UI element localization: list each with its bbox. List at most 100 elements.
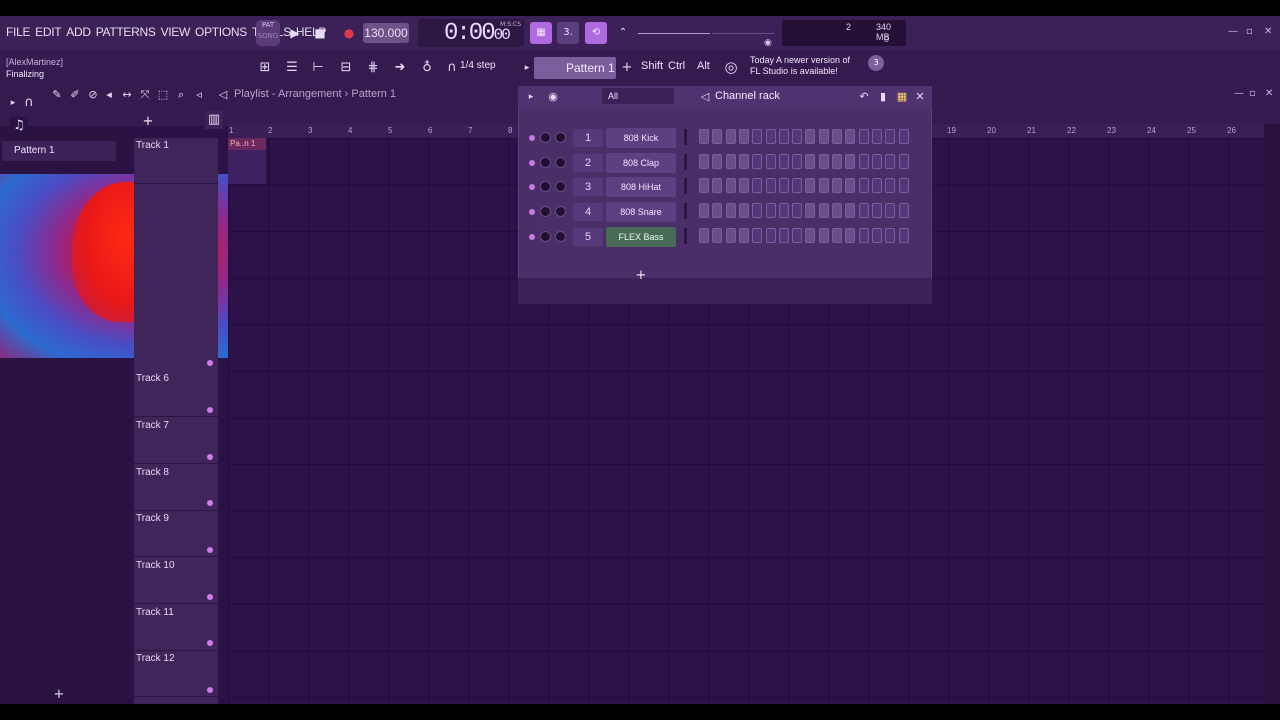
step-button[interactable] <box>725 203 736 219</box>
step-button[interactable] <box>858 129 869 144</box>
piano-icon[interactable]: ♫ <box>10 117 28 135</box>
step-button[interactable] <box>832 203 842 219</box>
rack-arrow-icon[interactable]: ▸ <box>522 88 540 106</box>
pan-knob[interactable] <box>540 230 551 242</box>
step-button[interactable] <box>725 129 736 144</box>
step-button[interactable] <box>752 129 763 144</box>
browser-magnet-icon[interactable]: ∩ <box>20 94 38 112</box>
record-icon[interactable]: ● <box>342 26 356 40</box>
channel-name-button[interactable]: 808 Snare <box>606 202 676 223</box>
step-button[interactable] <box>885 153 896 169</box>
shift-key[interactable]: Shift <box>641 60 663 72</box>
step-button[interactable] <box>752 178 763 194</box>
piano-roll-icon[interactable]: ☰ <box>283 59 301 77</box>
step-button[interactable] <box>898 129 909 144</box>
track-mute-dot[interactable] <box>207 360 213 366</box>
step-button[interactable] <box>792 153 803 169</box>
step-button[interactable] <box>699 178 709 194</box>
maximize-icon[interactable]: ▫ <box>1246 26 1253 37</box>
swing-icon[interactable]: ◉ <box>544 88 562 106</box>
channel-mixer-track[interactable]: 5 <box>573 227 603 246</box>
step-button[interactable] <box>792 178 803 194</box>
eye-icon[interactable]: ◉ <box>764 38 772 48</box>
step-button[interactable] <box>778 203 789 219</box>
pat-song-toggle[interactable]: PAT SONG <box>256 20 280 46</box>
add-channel-icon[interactable]: + <box>632 267 650 285</box>
channel-mixer-track[interactable]: 2 <box>573 153 603 172</box>
step-button[interactable] <box>738 129 749 144</box>
rack-speaker-icon[interactable]: ◁ <box>696 88 714 106</box>
step-button[interactable] <box>765 153 776 169</box>
minimize-icon[interactable]: — <box>1228 26 1238 37</box>
playback-tool-icon[interactable]: ◃ <box>190 86 208 104</box>
step-button[interactable] <box>818 129 829 144</box>
step-button[interactable] <box>845 203 856 219</box>
track-mute-dot[interactable] <box>207 454 213 460</box>
step-button[interactable] <box>778 153 789 169</box>
channel-mute-dot[interactable] <box>529 135 535 141</box>
channel-select-led[interactable] <box>684 178 687 195</box>
step-button[interactable] <box>752 153 763 169</box>
menu-edit[interactable]: EDIT <box>35 25 61 39</box>
master-pitch-slider[interactable] <box>638 33 710 34</box>
channel-name-button[interactable]: 808 HiHat <box>606 177 676 198</box>
step-button[interactable] <box>832 178 842 194</box>
step-button[interactable] <box>752 227 763 243</box>
step-button[interactable] <box>871 178 882 194</box>
step-button[interactable] <box>898 178 909 194</box>
alt-key[interactable]: Alt <box>697 60 710 72</box>
step-button[interactable] <box>765 178 776 194</box>
speaker-icon[interactable]: ◁ <box>214 86 232 104</box>
channel-mixer-track[interactable]: 4 <box>573 203 603 222</box>
close-icon[interactable]: ✕ <box>1264 26 1272 37</box>
step-button[interactable] <box>792 203 803 219</box>
channel-select-led[interactable] <box>684 203 687 220</box>
step-button[interactable] <box>712 178 723 194</box>
add-pattern-icon[interactable]: + <box>618 59 636 77</box>
step-button[interactable] <box>738 203 749 219</box>
channel-filter[interactable]: All <box>602 88 674 104</box>
channel-mixer-track[interactable]: 1 <box>573 129 603 147</box>
step-button[interactable] <box>818 153 829 169</box>
step-button[interactable] <box>778 129 789 144</box>
step-button[interactable] <box>898 153 909 169</box>
step-button[interactable] <box>725 178 736 194</box>
menu-add[interactable]: ADD <box>66 25 91 39</box>
channel-rack-icon[interactable]: ⊢ <box>309 59 327 77</box>
slice-tool-icon[interactable]: ⤧ <box>136 86 154 104</box>
step-button[interactable] <box>818 227 829 243</box>
menu-view[interactable]: VIEW <box>161 25 191 39</box>
graph-icon[interactable]: ▮ <box>874 88 892 106</box>
channel-select-led[interactable] <box>684 129 687 145</box>
loop-record-icon[interactable]: ⟲ <box>585 22 607 44</box>
pattern-mode-icon[interactable]: ▥ <box>205 111 223 129</box>
step-button[interactable] <box>858 203 869 219</box>
step-button[interactable] <box>778 227 789 243</box>
pan-knob[interactable] <box>540 132 551 143</box>
step-button[interactable] <box>712 129 723 144</box>
step-button[interactable] <box>699 153 709 169</box>
step-button[interactable] <box>805 178 816 194</box>
news-icon[interactable]: ◎ <box>722 58 740 76</box>
step-button[interactable] <box>858 178 869 194</box>
track-mute-dot[interactable] <box>207 640 213 646</box>
stop-icon[interactable]: ■ <box>313 26 327 40</box>
step-button[interactable] <box>738 178 749 194</box>
step-button[interactable] <box>818 178 829 194</box>
playlist-icon[interactable]: ⊞ <box>256 59 274 77</box>
step-button[interactable] <box>805 203 816 219</box>
step-button[interactable] <box>818 203 829 219</box>
step-button[interactable] <box>712 227 723 243</box>
step-button[interactable] <box>752 203 763 219</box>
step-button[interactable] <box>845 153 856 169</box>
step-button[interactable] <box>832 153 842 169</box>
draw-tool-icon[interactable]: ✎ <box>48 86 66 104</box>
channel-mixer-track[interactable]: 3 <box>573 178 603 197</box>
step-button[interactable] <box>725 153 736 169</box>
playlist-maximize-icon[interactable]: ▫ <box>1249 88 1256 99</box>
mixer-icon[interactable]: ⊟ <box>337 59 355 77</box>
step-button[interactable] <box>871 153 882 169</box>
channel-name-button[interactable]: FLEX Bass <box>606 226 676 247</box>
track-mute-dot[interactable] <box>207 547 213 553</box>
playlist-breadcrumb[interactable]: Pattern 1 <box>351 88 396 100</box>
